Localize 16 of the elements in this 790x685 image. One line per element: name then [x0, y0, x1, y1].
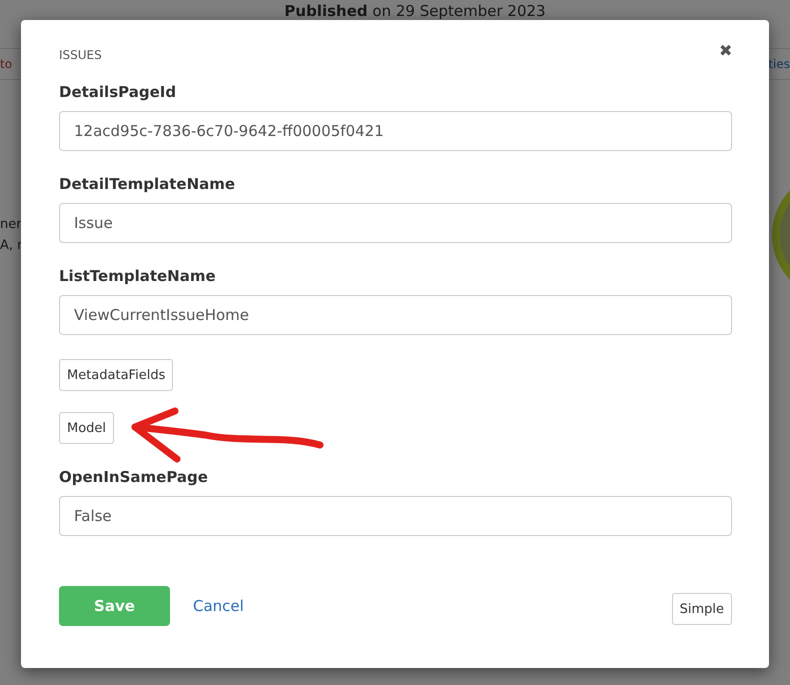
field-button[interactable]: Model [59, 412, 114, 444]
input-field[interactable]: False [59, 496, 732, 536]
close-button[interactable]: ✖ [719, 41, 732, 61]
cancel-link[interactable]: Cancel [193, 597, 244, 615]
field-label: DetailsPageId [59, 83, 178, 101]
body-text: ner [0, 217, 23, 232]
field-label: DetailTemplateName [59, 175, 236, 193]
field-button[interactable]: MetadataFields [59, 359, 174, 391]
published-date: Published on 29 September 2023 [283, 1, 547, 22]
simple-button[interactable]: Simple [672, 593, 732, 625]
field-label: ListTemplateName [59, 267, 217, 285]
input-field[interactable]: Issue [59, 203, 732, 243]
modal-title: ISSUES [59, 48, 102, 62]
input-field[interactable]: ViewCurrentIssueHome [59, 295, 732, 335]
input-field[interactable]: 12acd95c-7836-6c70-9642-ff00005f0421 [59, 111, 732, 151]
field-label: OpenInSamePage [59, 468, 209, 486]
